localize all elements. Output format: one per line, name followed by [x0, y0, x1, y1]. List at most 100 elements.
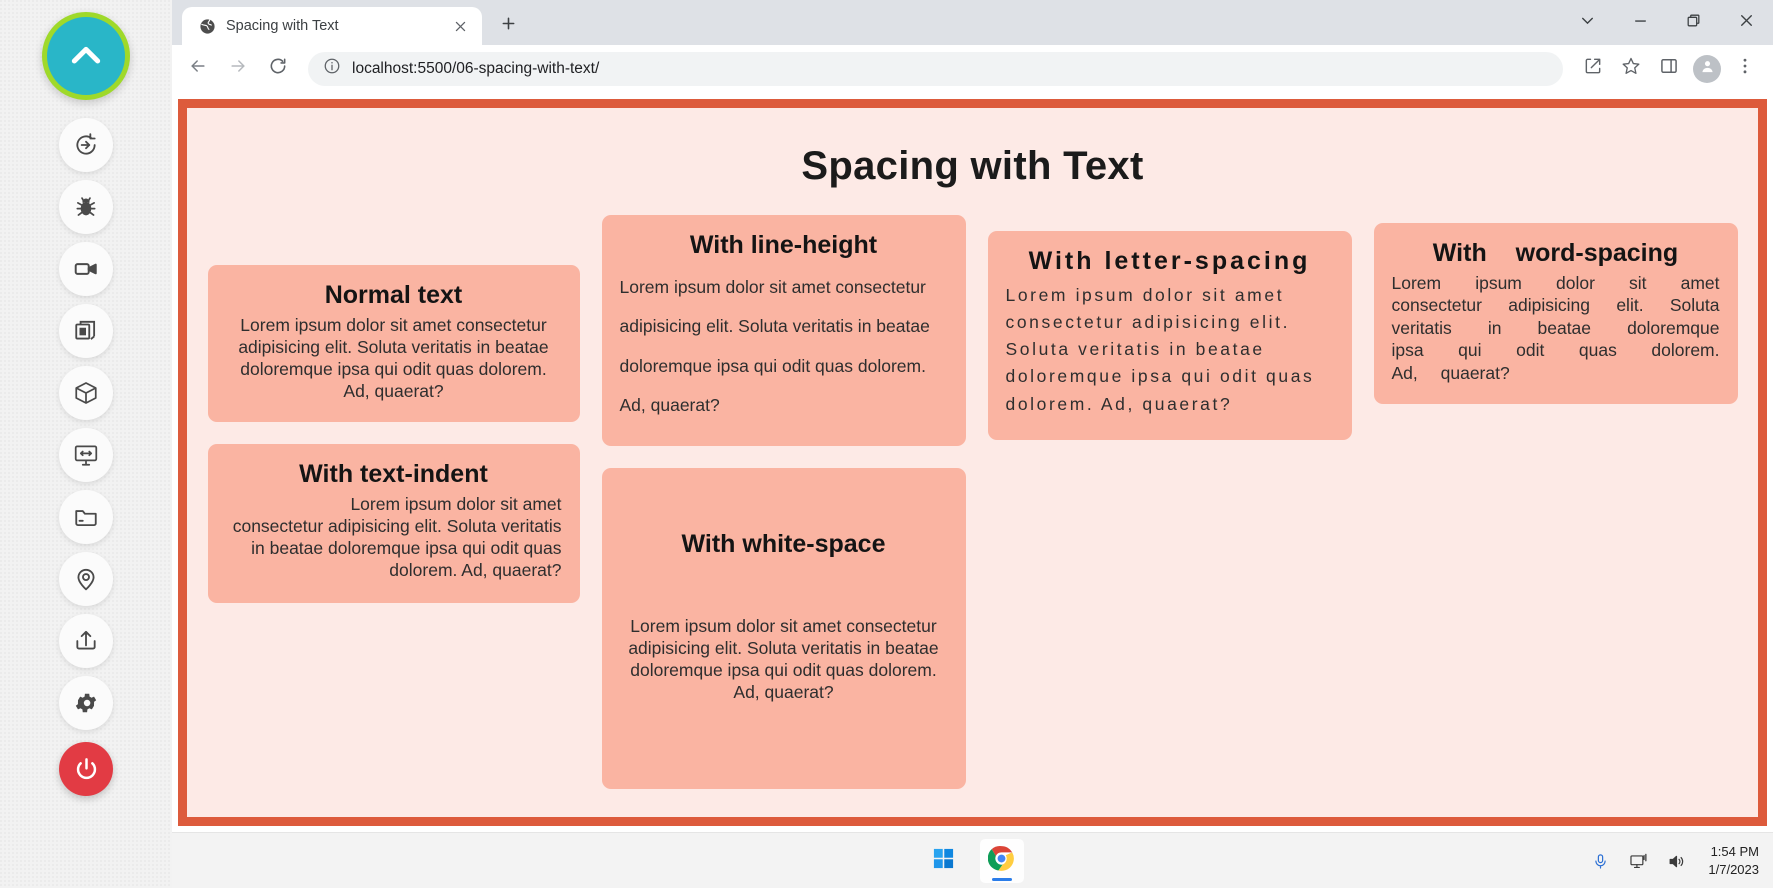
- card-heading: Normal text: [324, 281, 463, 309]
- chevron-down-icon: [1579, 12, 1596, 34]
- cast-monitor-icon[interactable]: [1626, 849, 1650, 873]
- dock-item-3d-view[interactable]: [59, 366, 113, 420]
- address-bar[interactable]: localhost:5500/06-spacing-with-text/: [308, 51, 1563, 86]
- card-body: Lorem ipsum dolor sit amet consectetur a…: [628, 615, 939, 702]
- forward-arrow-icon: [228, 56, 248, 81]
- dock-item-copy-layers[interactable]: [59, 304, 113, 358]
- card-body: Lorem ipsum dolor sit amet consectetur a…: [619, 277, 930, 416]
- dock-item-debug[interactable]: [59, 180, 113, 234]
- clock-date: 1/7/2023: [1708, 862, 1759, 877]
- card-heading: With word-spacing: [1432, 239, 1679, 267]
- start-button[interactable]: [922, 839, 966, 883]
- card-word-spacing: With word-spacing Lorem ipsum dolor sit …: [1373, 223, 1738, 404]
- profile-button[interactable]: [1693, 54, 1721, 83]
- close-icon: [1738, 12, 1755, 34]
- back-button[interactable]: [180, 51, 216, 87]
- cards-column-4: With word-spacing Lorem ipsum dolor sit …: [1373, 215, 1738, 404]
- close-button[interactable]: [1720, 0, 1773, 45]
- cards-column-2: With line-height Lorem ipsum dolor sit a…: [601, 215, 966, 789]
- dock-item-power[interactable]: [59, 742, 113, 796]
- card-heading: With white-space: [681, 529, 886, 558]
- sync-icon: [73, 132, 99, 158]
- dock-item-record-video[interactable]: [59, 242, 113, 296]
- close-icon[interactable]: [450, 16, 470, 36]
- new-tab-button[interactable]: [492, 10, 524, 42]
- card-body: Lorem ipsum dolor sit amet consectetur a…: [238, 315, 549, 402]
- dock-item-upload[interactable]: [59, 614, 113, 668]
- dock-item-settings[interactable]: [59, 676, 113, 730]
- restore-icon: [1685, 12, 1702, 34]
- card-body: Lorem ipsum dolor sit amet consectetur a…: [1005, 285, 1315, 414]
- reload-button[interactable]: [260, 51, 296, 87]
- card-normal-text: Normal text Lorem ipsum dolor sit amet c…: [207, 265, 580, 423]
- location-pin-icon: [73, 566, 99, 592]
- bookmark-button[interactable]: [1613, 51, 1649, 87]
- cards-grid: Normal text Lorem ipsum dolor sit amet c…: [187, 215, 1758, 789]
- page-title: Spacing with Text: [801, 144, 1144, 188]
- browser-window: Spacing with Text localhost:5500/06-spac…: [172, 0, 1773, 832]
- browser-viewport: Spacing with Text Normal text Lorem ipsu…: [172, 93, 1773, 832]
- copy-icon: [73, 318, 99, 344]
- minimize-icon: [1632, 12, 1649, 34]
- share-icon: [1583, 56, 1603, 81]
- share-button[interactable]: [1575, 51, 1611, 87]
- chrome-icon: [987, 845, 1015, 877]
- windows-start-icon: [932, 847, 955, 875]
- browser-toolbar: localhost:5500/06-spacing-with-text/: [172, 45, 1773, 93]
- monitor-resize-icon: [73, 442, 99, 468]
- speaker-icon[interactable]: [1664, 849, 1688, 873]
- toolbar-actions: [1575, 51, 1763, 87]
- side-panel-button[interactable]: [1651, 51, 1687, 87]
- upload-icon: [73, 628, 99, 654]
- card-heading: With line-height: [689, 231, 878, 259]
- card-text-indent: With text-indent Lorem ipsum dolor sit a…: [207, 444, 580, 604]
- three-dot-menu-icon: [1735, 56, 1755, 81]
- card-white-space: With white-space Lorem ipsum dolor sit a…: [601, 467, 966, 789]
- left-dock: [0, 0, 172, 888]
- dock-item-collapse[interactable]: [42, 12, 130, 100]
- info-circle-icon[interactable]: [323, 57, 341, 80]
- star-icon: [1621, 56, 1641, 81]
- cards-column-1: Normal text Lorem ipsum dolor sit amet c…: [207, 215, 580, 604]
- browser-menu-button[interactable]: [1727, 51, 1763, 87]
- web-page: Spacing with Text Normal text Lorem ipsu…: [178, 99, 1767, 826]
- dock-item-responsive-view[interactable]: [59, 428, 113, 482]
- screen: Spacing with Text localhost:5500/06-spac…: [0, 0, 1773, 888]
- folder-icon: [73, 504, 99, 530]
- clock-time: 1:54 PM: [1710, 844, 1759, 860]
- card-body: Lorem ipsum dolor sit amet consectetur a…: [232, 494, 562, 581]
- system-tray: 1:54 PM 1/7/2023: [1588, 833, 1759, 888]
- card-letter-spacing: With letter-spacing Lorem ipsum dolor si…: [987, 231, 1352, 440]
- back-arrow-icon: [188, 56, 208, 81]
- side-panel-icon: [1659, 56, 1679, 81]
- minimize-button[interactable]: [1614, 0, 1667, 45]
- microphone-icon[interactable]: [1588, 849, 1612, 873]
- cards-column-3: With letter-spacing Lorem ipsum dolor si…: [987, 215, 1352, 440]
- taskbar-item-chrome[interactable]: [979, 838, 1024, 883]
- dock-item-files[interactable]: [59, 490, 113, 544]
- bug-icon: [73, 194, 99, 220]
- card-line-height: With line-height Lorem ipsum dolor sit a…: [601, 215, 966, 446]
- gear-icon: [73, 690, 99, 716]
- window-controls: [1561, 0, 1773, 45]
- forward-button[interactable]: [220, 51, 256, 87]
- video-camera-icon: [73, 256, 99, 282]
- maximize-button[interactable]: [1667, 0, 1720, 45]
- minimize-to-tray-button[interactable]: [1561, 0, 1614, 45]
- person-icon: [1699, 58, 1716, 80]
- card-heading: With letter-spacing: [1028, 247, 1311, 275]
- chevron-up-icon: [66, 36, 106, 76]
- cube-icon: [73, 380, 99, 406]
- reload-icon: [268, 56, 288, 81]
- taskbar-apps: [922, 838, 1024, 883]
- card-body: Lorem ipsum dolor sit amet consectetur a…: [1391, 273, 1720, 383]
- globe-icon: [198, 17, 216, 35]
- browser-tab[interactable]: Spacing with Text: [182, 7, 482, 45]
- browser-titlebar: Spacing with Text: [172, 0, 1773, 45]
- dock-item-sync[interactable]: [59, 118, 113, 172]
- taskbar-clock[interactable]: 1:54 PM 1/7/2023: [1702, 843, 1759, 878]
- taskbar: 1:54 PM 1/7/2023: [172, 832, 1773, 888]
- address-bar-url: localhost:5500/06-spacing-with-text/: [352, 59, 600, 77]
- card-heading: With text-indent: [299, 460, 488, 489]
- dock-item-location[interactable]: [59, 552, 113, 606]
